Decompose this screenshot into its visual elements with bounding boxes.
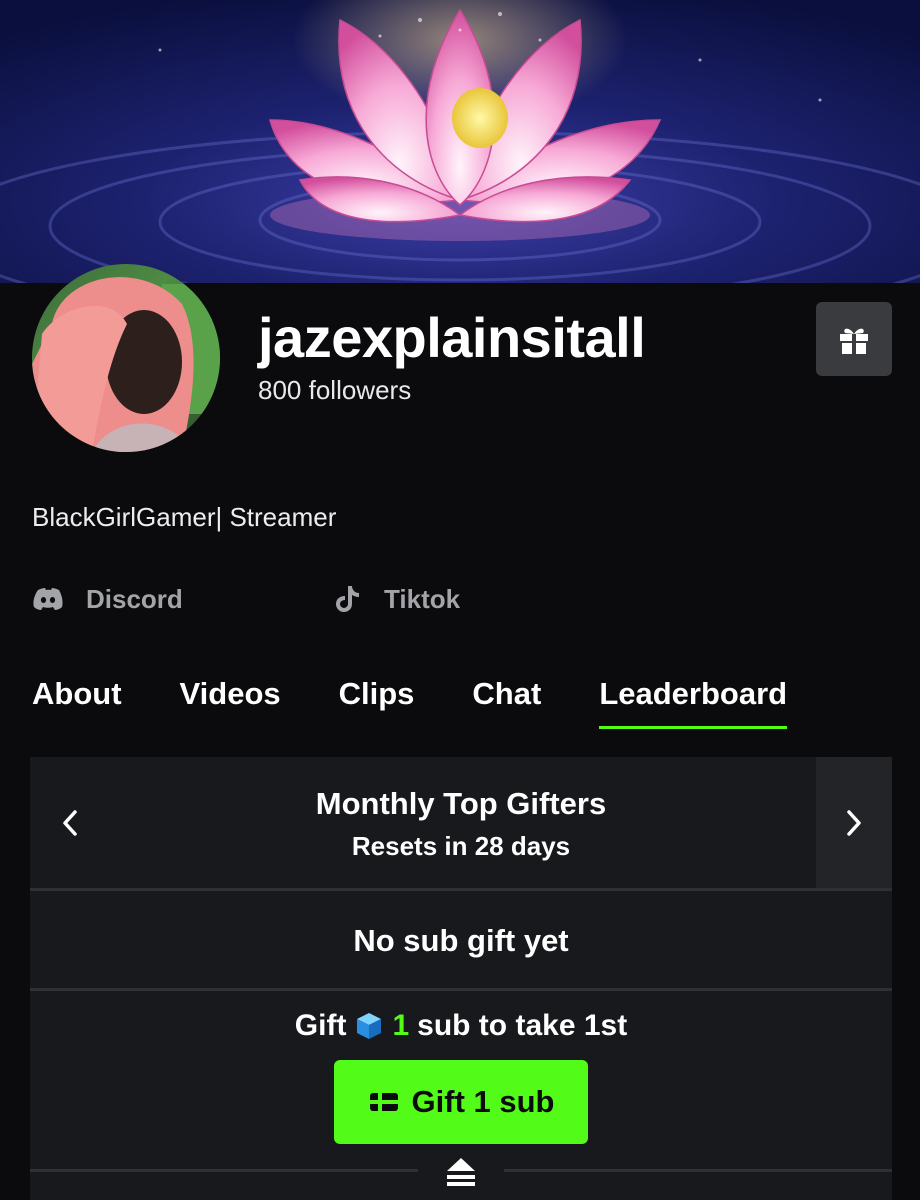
follower-count: 800 followers (258, 375, 412, 405)
tab-about[interactable]: About (32, 672, 122, 732)
social-label-tiktok: Tiktok (384, 583, 461, 614)
profile-banner (0, 0, 920, 283)
cta-sub-count: 1 (392, 1009, 410, 1042)
divider (30, 988, 892, 991)
gift-card-icon (369, 1093, 398, 1111)
tiktok-icon (336, 586, 359, 612)
cta-suffix: sub to take 1st (417, 1009, 628, 1042)
leaderboard-reset-text: Resets in 28 days (351, 831, 571, 861)
social-label-discord: Discord (86, 583, 183, 614)
gift-icon (840, 328, 868, 354)
divider (504, 1169, 892, 1172)
tab-chat[interactable]: Chat (472, 672, 541, 732)
gift-sub-button[interactable]: Gift 1 sub (334, 1060, 588, 1144)
avatar[interactable] (32, 264, 220, 452)
channel-bio: BlackGirlGamer| Streamer (32, 502, 337, 532)
next-period-button[interactable] (816, 757, 892, 888)
discord-icon (33, 588, 63, 610)
chevron-right-icon (847, 809, 861, 836)
tab-clips[interactable]: Clips (339, 672, 415, 732)
leaderboard-header: Monthly Top Gifters Resets in 28 days (30, 757, 892, 888)
channel-tabs: About Videos Clips Chat Leaderboard (32, 672, 845, 732)
tab-videos[interactable]: Videos (180, 672, 281, 732)
divider (30, 1169, 418, 1172)
tab-leaderboard[interactable]: Leaderboard (599, 672, 787, 732)
empty-state-text: No sub gift yet (353, 923, 569, 958)
divider (30, 888, 892, 891)
gift-button[interactable] (816, 302, 892, 376)
leaderboard-panel: Monthly Top Gifters Resets in 28 days No… (30, 757, 892, 1200)
gift-cta-text: Gift 1 sub to take 1st (30, 1007, 892, 1045)
lotus-banner-image (0, 8, 920, 283)
social-link-tiktok[interactable]: Tiktok (334, 580, 460, 618)
channel-username: jazexplainsitall (258, 306, 646, 369)
leaderboard-title: Monthly Top Gifters (315, 786, 607, 821)
collapse-icon[interactable] (443, 1155, 479, 1189)
cta-prefix: Gift (294, 1009, 347, 1042)
gift-sub-button-label: Gift 1 sub (411, 1084, 555, 1119)
sub-cube-icon (357, 1013, 382, 1039)
social-link-discord[interactable]: Discord (32, 580, 183, 618)
